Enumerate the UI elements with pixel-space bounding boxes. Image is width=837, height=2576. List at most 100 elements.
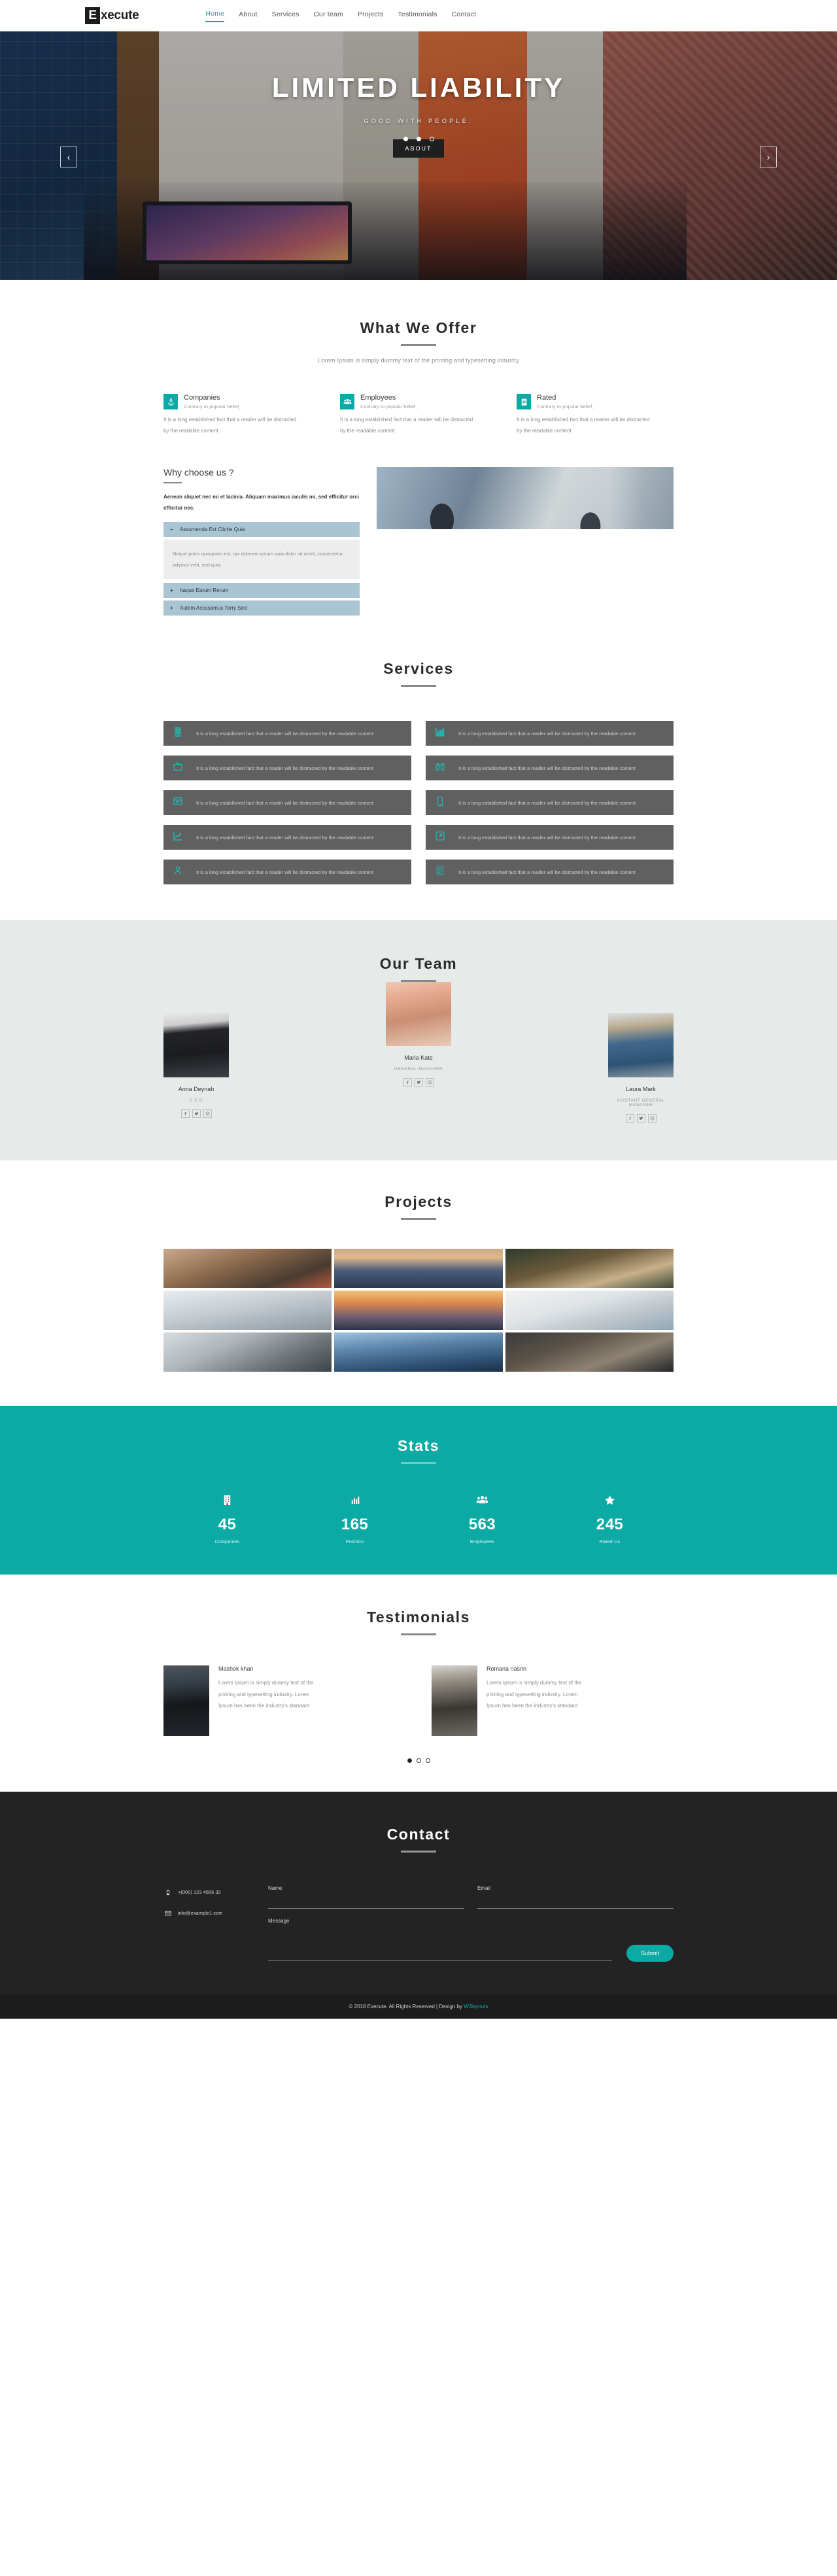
briefcase-icon <box>173 761 186 775</box>
hero-dot-3[interactable] <box>429 137 434 141</box>
service-card[interactable]: It is a long established fact that a rea… <box>163 790 411 816</box>
projects-grid <box>163 1249 674 1372</box>
hero-dot-1[interactable] <box>403 137 408 141</box>
service-card[interactable]: It is a long established fact that a rea… <box>163 825 411 850</box>
project-meeting-table[interactable] <box>163 1249 332 1289</box>
nav-item-home[interactable]: Home <box>205 10 225 22</box>
hero-slider: LIMITED LIABILITY GOOD WITH PEOPLE. ABOU… <box>0 31 837 280</box>
stats-title: Stats <box>397 1437 440 1455</box>
line-chart-icon <box>173 831 186 844</box>
project-airport-runway[interactable] <box>163 1332 332 1372</box>
service-card[interactable]: It is a long established fact that a rea… <box>163 860 411 885</box>
testimonials-section: Testimonials Mashok khan Lorem Ipsum is s… <box>0 1575 837 1792</box>
hero-next-arrow[interactable]: › <box>760 147 777 167</box>
why-section: Why choose us ? Aenean aliquet nec mi et… <box>0 437 837 619</box>
service-card[interactable]: It is a long established fact that a rea… <box>426 825 674 850</box>
twitter-icon[interactable] <box>636 1114 645 1123</box>
dribbble-icon[interactable] <box>647 1114 657 1123</box>
accordion-header[interactable]: – Assumenda Est Cliche Quia <box>163 521 360 537</box>
team-avatar <box>386 982 451 1047</box>
contact-phone: +(000) 123 4565 32 <box>178 1889 221 1896</box>
why-accordion: – Assumenda Est Cliche Quia Neque porro qu… <box>163 521 360 616</box>
project-glass-building[interactable] <box>334 1332 503 1372</box>
service-card[interactable]: It is a long established fact that a rea… <box>163 721 411 746</box>
testimonial-dot-1[interactable] <box>407 1758 412 1764</box>
designer-link[interactable]: W3layouts <box>464 2004 488 2010</box>
users-icon <box>476 1496 488 1509</box>
message-label: Message <box>268 1918 290 1924</box>
offer-card-heading: Rated <box>537 394 556 402</box>
nav-item-contact[interactable]: Contact <box>452 10 477 22</box>
service-card[interactable]: It is a long established fact that a rea… <box>426 790 674 816</box>
service-card-text: It is a long established fact that a rea… <box>196 765 373 771</box>
service-card[interactable]: It is a long established fact that a rea… <box>426 721 674 746</box>
project-workstation[interactable] <box>505 1332 674 1372</box>
hero-prev-arrow[interactable]: ‹ <box>60 147 77 167</box>
stats-title-rule <box>401 1462 436 1465</box>
nav-item-about[interactable]: About <box>239 10 257 22</box>
team-member-role: C.E.O <box>189 1098 203 1104</box>
nav-item-our-team[interactable]: Our team <box>314 10 343 22</box>
stat-label: Position <box>345 1540 364 1545</box>
offer-card-sub: Contrary to popular belief, <box>360 404 417 409</box>
offer-card: Rated Contrary to popular belief, It is a … <box>517 394 674 437</box>
project-charts-desk[interactable] <box>505 1291 674 1331</box>
dribbble-icon[interactable] <box>203 1109 212 1119</box>
stats-section: Stats 45 Companies 165 Position 563 Employees… <box>0 1406 837 1575</box>
envelope-icon <box>163 1909 172 1917</box>
contact-section: Contact +(000) 123 4565 32 info@example1… <box>0 1792 837 1995</box>
facebook-icon[interactable] <box>625 1114 634 1123</box>
hero-about-button[interactable]: ABOUT <box>393 139 444 158</box>
facebook-icon[interactable] <box>180 1109 190 1119</box>
name-input[interactable] <box>268 1898 464 1909</box>
team-grid: Anna Deynah C.E.O Maria Kate GENERAL MANAGE… <box>163 982 674 1123</box>
submit-button[interactable]: Submit <box>626 1945 674 1962</box>
bar-chart-icon <box>435 727 448 740</box>
nav-item-projects[interactable]: Projects <box>358 10 384 22</box>
stat-label: Rated Us <box>599 1540 621 1545</box>
site-logo[interactable]: E xecute <box>85 7 139 24</box>
nav-item-services[interactable]: Services <box>272 10 299 22</box>
email-input[interactable] <box>477 1898 674 1909</box>
testimonial-dot-2[interactable] <box>416 1758 421 1764</box>
star-icon <box>604 1495 616 1509</box>
message-input[interactable] <box>268 1927 612 1962</box>
testimonial-dot-3[interactable] <box>425 1758 430 1764</box>
project-sunset-skyline[interactable] <box>334 1291 503 1331</box>
offer-title-rule <box>401 344 436 346</box>
services-title-rule <box>401 685 436 688</box>
why-heading: Why choose us ? <box>163 466 234 478</box>
dribbble-icon[interactable] <box>425 1078 434 1087</box>
project-cafe-couple[interactable] <box>505 1249 674 1289</box>
offer-lead: Lorem Ipsum is simply dummy text of the … <box>318 357 519 364</box>
offer-card-sub: Contrary to popular belief, <box>184 404 241 409</box>
service-card[interactable]: It is a long established fact that a rea… <box>163 756 411 781</box>
bar-chart-icon <box>349 1497 361 1509</box>
hero-dot-2[interactable] <box>416 137 421 141</box>
copyright-text: © 2018 Execute. All Rights Reserved | De… <box>349 2004 464 2010</box>
facebook-icon[interactable] <box>403 1078 412 1087</box>
service-card-text: It is a long established fact that a rea… <box>458 730 636 737</box>
offer-card-heading: Companies <box>184 394 220 402</box>
offer-card-body: It is a long established fact that a rea… <box>163 417 297 434</box>
service-card[interactable]: It is a long established fact that a rea… <box>426 860 674 885</box>
twitter-icon[interactable] <box>414 1078 423 1087</box>
team-member-name: Anna Deynah <box>178 1086 214 1093</box>
service-card[interactable]: It is a long established fact that a rea… <box>426 756 674 781</box>
why-image <box>377 466 674 529</box>
team-card: Laura Mark ASISTANT GENERAL MANAGER <box>608 1013 674 1123</box>
accordion-toggle-icon: – <box>170 526 173 532</box>
project-conference-room[interactable] <box>163 1291 332 1331</box>
accordion-header[interactable]: + Itaque Earum Rerum <box>163 583 360 599</box>
accordion-header[interactable]: + Autem Accusamus Terry Sed <box>163 600 360 616</box>
phone-icon <box>163 1888 172 1896</box>
team-socials <box>163 1109 229 1119</box>
projects-section: Projects <box>0 1160 837 1406</box>
stat-value: 165 <box>341 1516 369 1534</box>
hero-pagination <box>0 137 837 141</box>
nav-item-testimonials[interactable]: Testimonials <box>398 10 437 22</box>
project-city-skyline[interactable] <box>334 1249 503 1289</box>
stat-label: Employees <box>470 1540 495 1545</box>
copyright: © 2018 Execute. All Rights Reserved | De… <box>0 2004 837 2010</box>
twitter-icon[interactable] <box>192 1109 201 1119</box>
